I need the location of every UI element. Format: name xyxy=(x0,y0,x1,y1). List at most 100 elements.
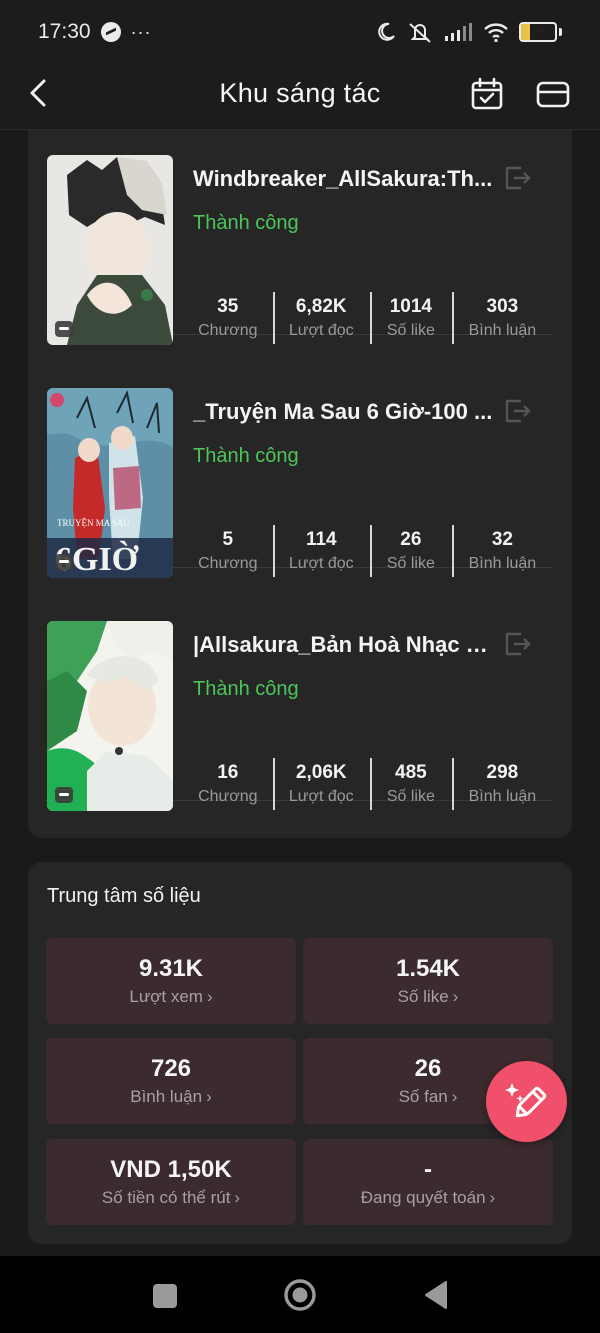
tile-settlement[interactable]: - Đang quyết toán › xyxy=(303,1139,553,1225)
stat-value: 298 xyxy=(486,762,519,783)
tile-value: VND 1,50K xyxy=(110,1156,232,1183)
tile-value: 1.54K xyxy=(395,955,461,982)
stat-comments: 32 Bình luận xyxy=(451,523,553,579)
work-status: Thành công xyxy=(193,678,299,700)
comment-badge-icon xyxy=(55,321,73,337)
exit-icon[interactable] xyxy=(501,162,533,194)
tile-label: Bình luận › xyxy=(130,1087,212,1106)
stat-reads: 2,06K Lượt đọc xyxy=(272,756,370,812)
stat-label: Chương xyxy=(198,322,258,339)
work-cover[interactable]: TRUYỆN MA SAU 6GIỜ xyxy=(47,388,173,578)
stat-label: Chương xyxy=(198,788,258,805)
battery-tip xyxy=(559,28,562,36)
cover-art-image xyxy=(47,155,173,345)
stat-value: 303 xyxy=(486,296,519,317)
pencil-sparkle-icon xyxy=(504,1082,546,1117)
calendar-icon[interactable] xyxy=(469,76,505,112)
comment-badge-icon xyxy=(55,787,73,803)
work-title[interactable]: |Allsakura_Bản Hoà Nhạc Ở... xyxy=(193,632,493,658)
stat-label: Chương xyxy=(198,555,258,572)
stat-value: 6,82K xyxy=(295,296,347,317)
recent-apps-icon[interactable] xyxy=(152,1283,178,1309)
stat-label: Lượt đọc xyxy=(288,322,354,339)
work-item[interactable]: Windbreaker_AllSakura:Th... Thành công 3… xyxy=(46,130,553,345)
stat-label: Bình luận xyxy=(468,788,537,805)
tile-label: Lượt xem › xyxy=(129,987,213,1006)
work-title[interactable]: _Truyện Ma Sau 6 Giờ-100 ... xyxy=(193,399,493,425)
work-title[interactable]: Windbreaker_AllSakura:Th... xyxy=(193,166,493,192)
tile-label: Số like › xyxy=(397,987,459,1006)
status-time: 17:30 xyxy=(38,20,91,43)
status-right: 27 xyxy=(375,21,562,43)
stat-value: 114 xyxy=(305,529,337,550)
messenger-icon xyxy=(100,22,121,42)
tile-comments[interactable]: 726 Bình luận › xyxy=(46,1038,296,1124)
stat-likes: 26 Số like xyxy=(369,523,452,579)
mail-icon[interactable] xyxy=(535,76,571,112)
work-stats: 16 Chương 2,06K Lượt đọc 485 Số like 298… xyxy=(183,756,553,812)
work-stats: 5 Chương 114 Lượt đọc 26 Số like 32 Bình… xyxy=(183,523,553,579)
app-header: Khu sáng tác xyxy=(0,64,600,130)
work-status: Thành công xyxy=(193,212,299,234)
tile-label: Đang quyết toán › xyxy=(360,1188,496,1207)
tile-views[interactable]: 9.31K Lượt xem › xyxy=(46,938,296,1024)
stat-label: Bình luận xyxy=(468,555,537,572)
data-center-title: Trung tâm số liệu xyxy=(47,885,201,907)
stat-value: 35 xyxy=(217,296,239,317)
stat-value: 485 xyxy=(395,762,427,783)
tile-value: - xyxy=(424,1156,432,1183)
stat-comments: 303 Bình luận xyxy=(451,290,553,346)
tile-label: Số fan › xyxy=(398,1087,458,1106)
status-bar: 17:30 ··· 27 xyxy=(0,0,600,64)
stat-label: Lượt đọc xyxy=(288,555,354,572)
data-center: Trung tâm số liệu 9.31K Lượt xem › 1.54K … xyxy=(28,862,572,1244)
work-status: Thành công xyxy=(193,445,299,467)
stat-value: 26 xyxy=(400,529,422,550)
stat-value: 2,06K xyxy=(295,762,347,783)
exit-icon[interactable] xyxy=(501,628,533,660)
exit-icon[interactable] xyxy=(501,395,533,427)
comment-badge-icon xyxy=(55,554,73,570)
cover-subtitle: TRUYỆN MA SAU xyxy=(57,518,131,528)
stat-chapters: 16 Chương xyxy=(183,756,273,812)
cover-art-image xyxy=(47,621,173,811)
write-button[interactable] xyxy=(486,1061,567,1142)
stat-value: 32 xyxy=(491,529,513,550)
stat-label: Bình luận xyxy=(468,322,537,339)
stat-value: 1014 xyxy=(389,296,432,317)
chevron-right-icon: › xyxy=(489,1188,496,1207)
back-nav-icon[interactable] xyxy=(423,1280,449,1310)
stat-chapters: 5 Chương xyxy=(183,523,273,579)
signal-icon xyxy=(445,23,472,41)
stat-label: Số like xyxy=(386,788,435,805)
stat-value: 16 xyxy=(217,762,239,783)
stat-likes: 485 Số like xyxy=(369,756,452,812)
stat-likes: 1014 Số like xyxy=(369,290,452,346)
works-list: Windbreaker_AllSakura:Th... Thành công 3… xyxy=(28,130,572,838)
tile-value: 26 xyxy=(414,1055,442,1082)
chevron-right-icon: › xyxy=(451,1087,458,1106)
tile-withdrawable[interactable]: VND 1,50K Số tiền có thể rút › xyxy=(46,1139,296,1225)
work-item[interactable]: |Allsakura_Bản Hoà Nhạc Ở... Thành công … xyxy=(46,596,553,811)
chevron-right-icon: › xyxy=(234,1188,241,1207)
status-left: 17:30 ··· xyxy=(38,20,152,44)
stat-value: 5 xyxy=(222,529,234,550)
work-item[interactable]: TRUYỆN MA SAU 6GIỜ _Truyện Ma Sau 6 Giờ-… xyxy=(46,363,553,578)
mute-icon xyxy=(409,23,431,43)
stat-reads: 114 Lượt đọc xyxy=(272,523,370,579)
stat-label: Số like xyxy=(386,322,435,339)
page-title: Khu sáng tác xyxy=(219,78,381,108)
home-icon[interactable] xyxy=(283,1278,317,1312)
work-cover[interactable] xyxy=(47,621,173,811)
moon-icon xyxy=(378,22,395,41)
battery-icon: 27 xyxy=(519,22,557,42)
chevron-right-icon: › xyxy=(206,1087,212,1106)
battery-level: 27 xyxy=(531,25,545,39)
cover-art-image: TRUYỆN MA SAU 6GIỜ xyxy=(47,388,173,578)
tile-likes[interactable]: 1.54K Số like › xyxy=(303,938,553,1024)
stat-comments: 298 Bình luận xyxy=(451,756,553,812)
tile-value: 9.31K xyxy=(138,955,204,982)
work-cover[interactable] xyxy=(47,155,173,345)
stat-reads: 6,82K Lượt đọc xyxy=(272,290,370,346)
chevron-right-icon: › xyxy=(452,987,459,1006)
